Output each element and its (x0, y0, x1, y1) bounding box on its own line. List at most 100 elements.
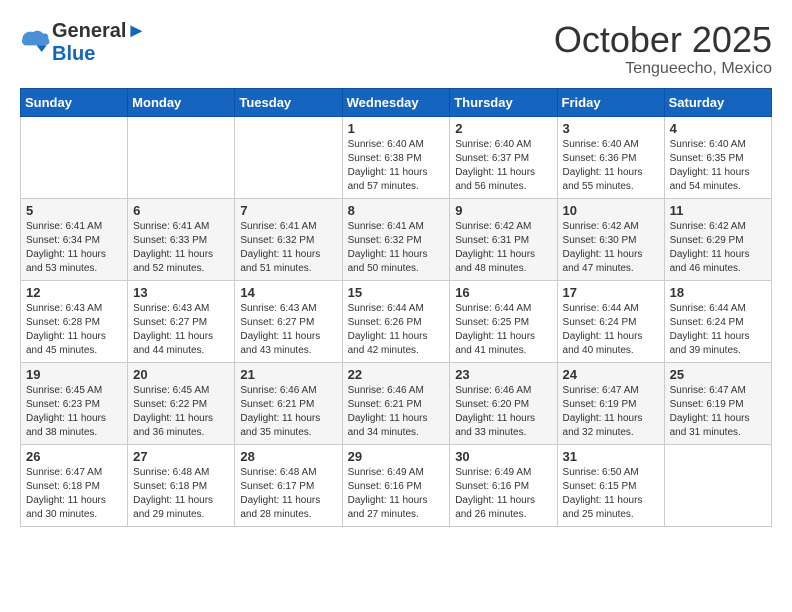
day-info: Sunrise: 6:48 AMSunset: 6:17 PMDaylight:… (240, 466, 336, 522)
day-number: 11 (670, 203, 766, 218)
calendar-cell: 19 Sunrise: 6:45 AMSunset: 6:23 PMDayligh… (21, 362, 128, 444)
day-info: Sunrise: 6:41 AMSunset: 6:32 PMDaylight:… (240, 220, 336, 276)
day-info: Sunrise: 6:44 AMSunset: 6:26 PMDaylight:… (348, 302, 445, 358)
day-info: Sunrise: 6:42 AMSunset: 6:30 PMDaylight:… (563, 220, 659, 276)
day-number: 5 (26, 203, 122, 218)
calendar-cell: 1 Sunrise: 6:40 AMSunset: 6:38 PMDaylight… (342, 116, 450, 198)
calendar-cell: 26 Sunrise: 6:47 AMSunset: 6:18 PMDayligh… (21, 444, 128, 526)
calendar-cell: 25 Sunrise: 6:47 AMSunset: 6:19 PMDayligh… (664, 362, 771, 444)
day-number: 3 (563, 121, 659, 136)
day-info: Sunrise: 6:45 AMSunset: 6:23 PMDaylight:… (26, 384, 122, 440)
day-info: Sunrise: 6:41 AMSunset: 6:32 PMDaylight:… (348, 220, 445, 276)
day-number: 31 (563, 449, 659, 464)
day-info: Sunrise: 6:44 AMSunset: 6:25 PMDaylight:… (455, 302, 551, 358)
day-number: 13 (133, 285, 229, 300)
calendar-cell: 15 Sunrise: 6:44 AMSunset: 6:26 PMDayligh… (342, 280, 450, 362)
day-number: 16 (455, 285, 551, 300)
day-number: 9 (455, 203, 551, 218)
day-info: Sunrise: 6:47 AMSunset: 6:18 PMDaylight:… (26, 466, 122, 522)
day-number: 27 (133, 449, 229, 464)
day-number: 4 (670, 121, 766, 136)
calendar: SundayMondayTuesdayWednesdayThursdayFrid… (20, 88, 772, 527)
day-number: 29 (348, 449, 445, 464)
weekday-header-saturday: Saturday (664, 88, 771, 116)
day-info: Sunrise: 6:46 AMSunset: 6:20 PMDaylight:… (455, 384, 551, 440)
location: Tengueecho, Mexico (554, 60, 772, 78)
calendar-cell (21, 116, 128, 198)
day-info: Sunrise: 6:40 AMSunset: 6:38 PMDaylight:… (348, 138, 445, 194)
weekday-header-friday: Friday (557, 88, 664, 116)
day-number: 17 (563, 285, 659, 300)
day-info: Sunrise: 6:40 AMSunset: 6:36 PMDaylight:… (563, 138, 659, 194)
day-number: 26 (26, 449, 122, 464)
calendar-cell: 3 Sunrise: 6:40 AMSunset: 6:36 PMDaylight… (557, 116, 664, 198)
month-title: October 2025 (554, 20, 772, 60)
day-info: Sunrise: 6:49 AMSunset: 6:16 PMDaylight:… (348, 466, 445, 522)
day-number: 25 (670, 367, 766, 382)
logo: General► Blue (20, 20, 146, 66)
day-info: Sunrise: 6:40 AMSunset: 6:35 PMDaylight:… (670, 138, 766, 194)
day-number: 12 (26, 285, 122, 300)
calendar-cell: 31 Sunrise: 6:50 AMSunset: 6:15 PMDayligh… (557, 444, 664, 526)
day-number: 15 (348, 285, 445, 300)
calendar-cell: 21Sunrise: 6:46 AMSunset: 6:21 PMDayligh… (235, 362, 342, 444)
day-number: 22 (348, 367, 445, 382)
weekday-header-wednesday: Wednesday (342, 88, 450, 116)
day-info: Sunrise: 6:44 AMSunset: 6:24 PMDaylight:… (563, 302, 659, 358)
calendar-cell: 2Sunrise: 6:40 AMSunset: 6:37 PMDaylight… (450, 116, 557, 198)
calendar-cell: 12 Sunrise: 6:43 AMSunset: 6:28 PMDayligh… (21, 280, 128, 362)
calendar-cell: 17 Sunrise: 6:44 AMSunset: 6:24 PMDayligh… (557, 280, 664, 362)
day-info: Sunrise: 6:47 AMSunset: 6:19 PMDaylight:… (563, 384, 659, 440)
calendar-cell: 4 Sunrise: 6:40 AMSunset: 6:35 PMDaylight… (664, 116, 771, 198)
calendar-cell: 9Sunrise: 6:42 AMSunset: 6:31 PMDaylight… (450, 198, 557, 280)
day-info: Sunrise: 6:40 AMSunset: 6:37 PMDaylight:… (455, 138, 551, 194)
calendar-cell: 13 Sunrise: 6:43 AMSunset: 6:27 PMDayligh… (128, 280, 235, 362)
weekday-header-sunday: Sunday (21, 88, 128, 116)
day-info: Sunrise: 6:41 AMSunset: 6:34 PMDaylight:… (26, 220, 122, 276)
day-number: 23 (455, 367, 551, 382)
day-info: Sunrise: 6:47 AMSunset: 6:19 PMDaylight:… (670, 384, 766, 440)
day-info: Sunrise: 6:50 AMSunset: 6:15 PMDaylight:… (563, 466, 659, 522)
calendar-cell: 20Sunrise: 6:45 AMSunset: 6:22 PMDayligh… (128, 362, 235, 444)
day-number: 1 (348, 121, 445, 136)
title-block: October 2025 Tengueecho, Mexico (554, 20, 772, 78)
page-header: General► Blue October 2025 Tengueecho, M… (20, 20, 772, 78)
calendar-cell: 18 Sunrise: 6:44 AMSunset: 6:24 PMDayligh… (664, 280, 771, 362)
calendar-cell: 29 Sunrise: 6:49 AMSunset: 6:16 PMDayligh… (342, 444, 450, 526)
calendar-cell: 11 Sunrise: 6:42 AMSunset: 6:29 PMDayligh… (664, 198, 771, 280)
calendar-cell (235, 116, 342, 198)
weekday-header-thursday: Thursday (450, 88, 557, 116)
day-number: 19 (26, 367, 122, 382)
day-info: Sunrise: 6:49 AMSunset: 6:16 PMDaylight:… (455, 466, 551, 522)
weekday-header-monday: Monday (128, 88, 235, 116)
calendar-cell: 23 Sunrise: 6:46 AMSunset: 6:20 PMDayligh… (450, 362, 557, 444)
calendar-cell: 8Sunrise: 6:41 AMSunset: 6:32 PMDaylight… (342, 198, 450, 280)
day-number: 28 (240, 449, 336, 464)
day-number: 24 (563, 367, 659, 382)
calendar-cell: 28 Sunrise: 6:48 AMSunset: 6:17 PMDayligh… (235, 444, 342, 526)
calendar-cell (128, 116, 235, 198)
calendar-cell (664, 444, 771, 526)
calendar-cell: 5 Sunrise: 6:41 AMSunset: 6:34 PMDaylight… (21, 198, 128, 280)
calendar-cell: 24 Sunrise: 6:47 AMSunset: 6:19 PMDayligh… (557, 362, 664, 444)
day-info: Sunrise: 6:46 AMSunset: 6:21 PMDaylight:… (240, 384, 336, 440)
calendar-cell: 22Sunrise: 6:46 AMSunset: 6:21 PMDayligh… (342, 362, 450, 444)
calendar-cell: 14Sunrise: 6:43 AMSunset: 6:27 PMDayligh… (235, 280, 342, 362)
day-info: Sunrise: 6:42 AMSunset: 6:29 PMDaylight:… (670, 220, 766, 276)
day-info: Sunrise: 6:45 AMSunset: 6:22 PMDaylight:… (133, 384, 229, 440)
calendar-cell: 16 Sunrise: 6:44 AMSunset: 6:25 PMDayligh… (450, 280, 557, 362)
calendar-cell: 7Sunrise: 6:41 AMSunset: 6:32 PMDaylight… (235, 198, 342, 280)
calendar-cell: 30Sunrise: 6:49 AMSunset: 6:16 PMDayligh… (450, 444, 557, 526)
logo-icon (20, 27, 50, 57)
day-info: Sunrise: 6:41 AMSunset: 6:33 PMDaylight:… (133, 220, 229, 276)
day-number: 14 (240, 285, 336, 300)
calendar-cell: 27 Sunrise: 6:48 AMSunset: 6:18 PMDayligh… (128, 444, 235, 526)
day-info: Sunrise: 6:43 AMSunset: 6:28 PMDaylight:… (26, 302, 122, 358)
day-info: Sunrise: 6:48 AMSunset: 6:18 PMDaylight:… (133, 466, 229, 522)
logo-text: General► Blue (52, 20, 146, 66)
day-number: 6 (133, 203, 229, 218)
day-info: Sunrise: 6:44 AMSunset: 6:24 PMDaylight:… (670, 302, 766, 358)
day-info: Sunrise: 6:43 AMSunset: 6:27 PMDaylight:… (133, 302, 229, 358)
day-number: 18 (670, 285, 766, 300)
weekday-header-tuesday: Tuesday (235, 88, 342, 116)
